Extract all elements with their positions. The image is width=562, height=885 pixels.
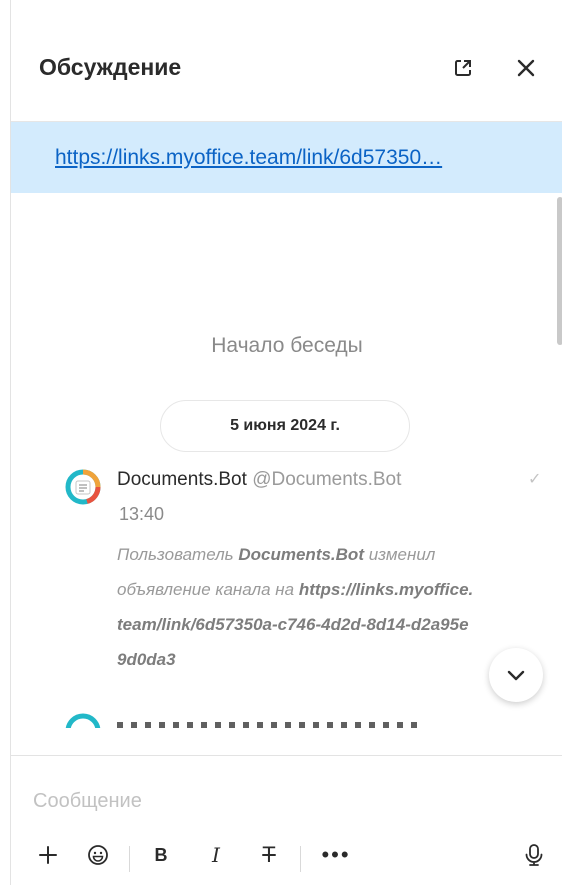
panel-header: Обсуждение — [11, 10, 562, 122]
external-link-icon — [455, 60, 471, 76]
bold-button[interactable]: B — [146, 840, 176, 870]
formatting-toolbar: B I T ••• — [11, 836, 562, 876]
message-list[interactable]: Начало беседы 5 июня 2024 г. Documents.B… — [11, 193, 562, 728]
message-text: Пользователь Documents.Bot изменил объяв… — [117, 537, 477, 677]
author-handle[interactable]: @Documents.Bot — [252, 469, 401, 490]
strikethrough-button[interactable]: T — [254, 840, 284, 870]
open-in-new-window-button[interactable] — [449, 54, 477, 82]
microphone-icon — [525, 844, 543, 866]
scrollbar-thumb[interactable] — [557, 197, 562, 345]
message-input[interactable] — [33, 784, 453, 818]
discussion-panel: Обсуждение https://links.myoffice.team/l… — [10, 0, 562, 885]
conversation-start-label: Начало беседы — [211, 334, 363, 357]
message-composer: B I T ••• — [11, 755, 562, 885]
close-icon — [517, 59, 535, 77]
voice-message-button[interactable] — [519, 840, 549, 870]
toolbar-divider — [300, 846, 301, 872]
channel-announcement-banner: https://links.myoffice.team/link/6d57350… — [11, 122, 562, 193]
toolbar-divider — [129, 846, 130, 872]
author-name[interactable]: Documents.Bot — [117, 469, 247, 490]
more-formatting-button[interactable]: ••• — [316, 840, 356, 870]
bot-avatar-icon — [65, 469, 101, 505]
panel-title: Обсуждение — [39, 54, 182, 80]
message-text-user: Documents.Bot — [238, 545, 364, 564]
close-button[interactable] — [512, 54, 540, 82]
date-separator: 5 июня 2024 г. — [160, 400, 410, 452]
scroll-to-bottom-button[interactable] — [489, 648, 543, 702]
emoji-icon — [88, 845, 108, 865]
next-message-preview — [117, 722, 417, 728]
emoji-button[interactable] — [83, 840, 113, 870]
plus-icon — [39, 846, 57, 864]
message-status-icon: ✓ — [528, 471, 542, 488]
italic-button[interactable]: I — [201, 840, 231, 870]
announcement-link[interactable]: https://links.myoffice.team/link/6d57350… — [55, 146, 442, 170]
next-message-avatar-icon — [65, 713, 101, 728]
message-author: Documents.Bot @Documents.Bot — [117, 469, 401, 491]
message-text-prefix: Пользователь — [117, 545, 239, 564]
chevron-down-icon — [507, 670, 525, 681]
message-time: 13:40 — [119, 504, 165, 524]
add-attachment-button[interactable] — [33, 840, 63, 870]
